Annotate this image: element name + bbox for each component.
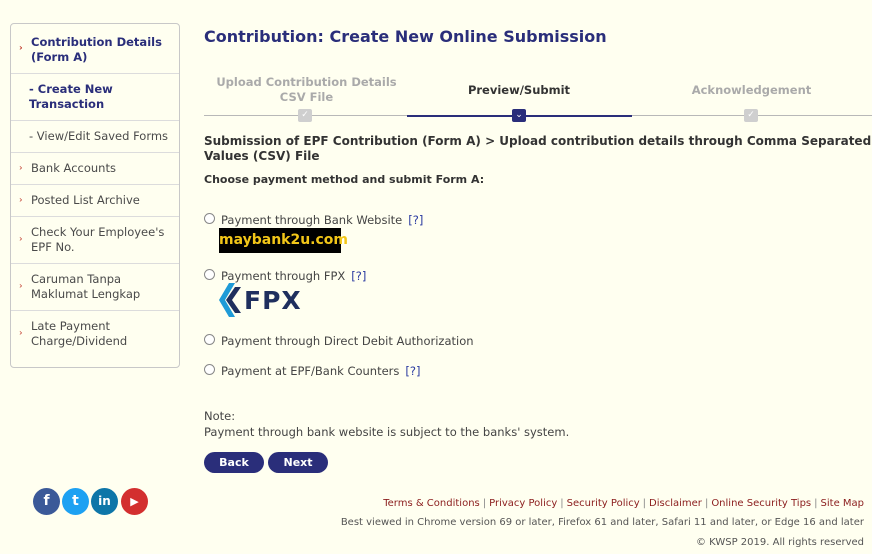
sidebar-item-bank-accounts[interactable]: › Bank Accounts xyxy=(11,153,179,185)
sidebar-item-label: Check Your Employee's EPF No. xyxy=(31,225,165,254)
sidebar-item-create-new-transaction[interactable]: - Create New Transaction xyxy=(11,74,179,121)
sidebar-item-late-payment[interactable]: › Late Payment Charge/Dividend xyxy=(11,311,179,357)
sidebar-item-label: Posted List Archive xyxy=(31,193,140,207)
chevron-right-icon: › xyxy=(19,281,23,292)
page-title: Contribution: Create New Online Submissi… xyxy=(204,27,607,46)
payment-option-direct-debit[interactable]: Payment through Direct Debit Authorizati… xyxy=(204,334,474,348)
chevron-right-icon: › xyxy=(19,234,23,245)
help-link[interactable]: [?] xyxy=(351,269,366,283)
sidebar-item-label: Bank Accounts xyxy=(31,161,116,175)
footer-links: Terms & Conditions | Privacy Policy | Securi… xyxy=(383,498,864,509)
progress-stepper: Upload Contribution Details CSV File Pre… xyxy=(204,75,872,125)
step-marker-check-icon: ✓ xyxy=(298,109,312,122)
youtube-icon[interactable]: ▶ xyxy=(121,488,148,515)
sidebar-item-label: - View/Edit Saved Forms xyxy=(29,129,169,143)
choose-payment-label: Choose payment method and submit Form A: xyxy=(204,173,485,186)
fpx-mark-icon xyxy=(219,283,241,317)
radio-button[interactable] xyxy=(204,213,215,224)
payment-option-label: Payment through FPX xyxy=(221,269,346,283)
radio-button[interactable] xyxy=(204,364,215,375)
sidebar-item-posted-list-archive[interactable]: › Posted List Archive xyxy=(11,185,179,217)
twitter-icon[interactable]: t xyxy=(62,488,89,515)
footer-link-security[interactable]: Security Policy xyxy=(567,498,640,509)
next-button[interactable]: Next xyxy=(268,452,328,473)
sidebar-item-label: Late Payment Charge/Dividend xyxy=(31,319,128,348)
footer-link-terms[interactable]: Terms & Conditions xyxy=(383,498,480,509)
payment-option-label: Payment through Direct Debit Authorizati… xyxy=(221,334,474,348)
payment-option-counters[interactable]: Payment at EPF/Bank Counters [?] xyxy=(204,364,420,378)
facebook-icon[interactable]: f xyxy=(33,488,60,515)
footer-link-privacy[interactable]: Privacy Policy xyxy=(489,498,557,509)
chevron-right-icon: › xyxy=(19,43,23,53)
copyright: © KWSP 2019. All rights reserved xyxy=(695,537,864,548)
help-link[interactable]: [?] xyxy=(405,364,420,378)
payment-option-label: Payment through Bank Website xyxy=(221,213,403,227)
radio-button[interactable] xyxy=(204,334,215,345)
section-title: Submission of EPF Contribution (Form A) … xyxy=(204,134,872,163)
sidebar-item-caruman-tanpa-maklumat[interactable]: › Caruman Tanpa Maklumat Lengkap xyxy=(11,264,179,311)
step-label-acknowledgement: Acknowledgement xyxy=(691,83,812,97)
footer-link-site-map[interactable]: Site Map xyxy=(821,498,864,509)
radio-button[interactable] xyxy=(204,269,215,280)
help-link[interactable]: [?] xyxy=(408,213,423,227)
fpx-logo-text: FPX xyxy=(244,285,302,315)
footer-link-security-tips[interactable]: Online Security Tips xyxy=(711,498,811,509)
sidebar-menu: › Contribution Details (Form A) - Create… xyxy=(10,23,180,368)
sidebar-item-label: Caruman Tanpa Maklumat Lengkap xyxy=(31,272,141,301)
step-marker-check-icon: ✓ xyxy=(744,109,758,122)
linkedin-icon[interactable]: in xyxy=(91,488,118,515)
sidebar-item-check-epf-no[interactable]: › Check Your Employee's EPF No. xyxy=(11,217,179,264)
sidebar-item-contribution-details[interactable]: › Contribution Details (Form A) xyxy=(11,24,179,74)
note-text: Payment through bank website is subject … xyxy=(204,425,570,439)
chevron-right-icon: › xyxy=(19,163,23,173)
payment-option-label: Payment at EPF/Bank Counters xyxy=(221,364,400,378)
step-marker-chevron-down-icon: ⌄ xyxy=(512,109,526,122)
sidebar-item-label: - Create New Transaction xyxy=(29,82,113,111)
step-label-upload: Upload Contribution Details CSV File xyxy=(216,75,397,104)
sidebar-item-label: Contribution Details (Form A) xyxy=(31,35,162,64)
chevron-right-icon: › xyxy=(19,195,23,205)
sidebar-item-view-edit-saved-forms[interactable]: - View/Edit Saved Forms xyxy=(11,121,179,153)
back-button[interactable]: Back xyxy=(204,452,264,473)
payment-option-fpx[interactable]: Payment through FPX [?] xyxy=(204,269,366,283)
payment-option-bank-website[interactable]: Payment through Bank Website [?] xyxy=(204,213,423,227)
maybank2u-logo: maybank2u.com xyxy=(219,228,348,253)
fpx-logo: FPX xyxy=(219,283,302,317)
browser-note: Best viewed in Chrome version 69 or late… xyxy=(340,517,864,528)
chevron-right-icon: › xyxy=(19,328,23,339)
footer-link-disclaimer[interactable]: Disclaimer xyxy=(649,498,702,509)
note-label: Note: xyxy=(204,409,236,423)
step-label-preview: Preview/Submit xyxy=(467,83,571,97)
